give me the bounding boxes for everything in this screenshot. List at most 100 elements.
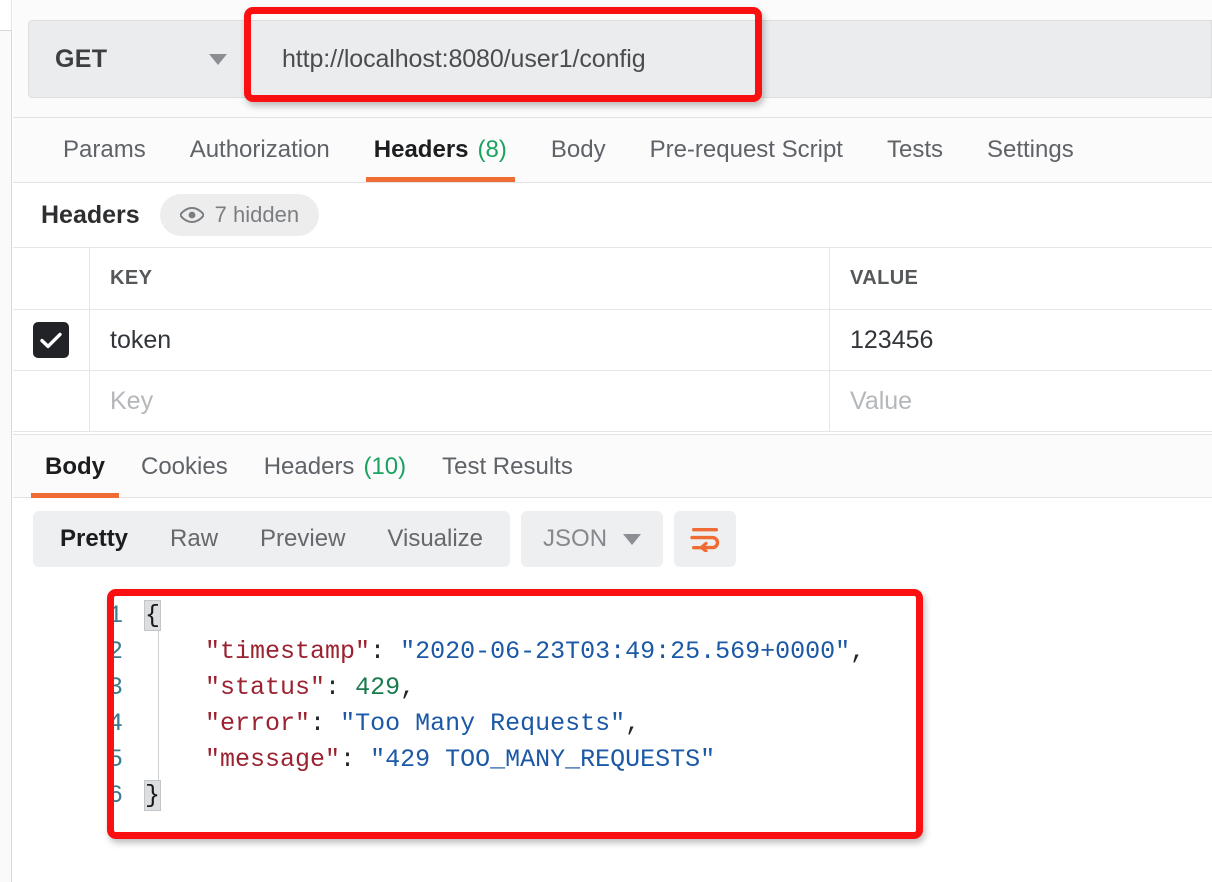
code-token: ,	[625, 709, 640, 738]
code-line: "timestamp": "2020-06-23T03:49:25.569+00…	[145, 634, 865, 670]
column-header-value-label: VALUE	[850, 267, 918, 290]
code-content[interactable]: { "timestamp": "2020-06-23T03:49:25.569+…	[145, 598, 865, 814]
code-token: ,	[400, 673, 415, 702]
code-token: :	[310, 709, 340, 738]
hidden-headers-badge[interactable]: 7 hidden	[160, 194, 319, 236]
response-tab-cookies[interactable]: Cookies	[123, 435, 246, 498]
new-header-key-input[interactable]: Key	[90, 371, 830, 431]
response-tab-label: Test Results	[442, 453, 573, 481]
request-tab-label: Body	[551, 136, 606, 164]
check-icon	[40, 332, 62, 349]
code-token: "Too Many Requests"	[340, 709, 625, 738]
request-tab-params[interactable]: Params	[41, 118, 168, 182]
request-tab-label: Params	[63, 136, 146, 164]
chevron-down-icon	[209, 54, 227, 65]
code-indent	[145, 673, 205, 702]
request-tab-label: Pre-request Script	[650, 136, 843, 164]
postman-window: GET http://localhost:8080/user1/config P…	[0, 0, 1212, 882]
column-header-key: KEY	[90, 248, 830, 309]
line-number: 6	[75, 778, 123, 814]
response-format-dropdown[interactable]: JSON	[521, 511, 663, 567]
url-input[interactable]: http://localhost:8080/user1/config	[250, 20, 1212, 98]
http-method-dropdown[interactable]: GET	[28, 20, 250, 98]
http-method-label: GET	[55, 45, 107, 74]
new-header-value-input[interactable]: Value	[830, 371, 1212, 431]
header-value-input[interactable]: 123456	[830, 310, 1212, 370]
code-indent	[145, 709, 205, 738]
line-number: 2	[75, 634, 123, 670]
code-token: "message"	[205, 745, 340, 774]
code-line: {	[145, 598, 865, 634]
code-token: :	[325, 673, 355, 702]
left-sidebar-strip-top	[0, 0, 12, 31]
code-token: "2020-06-23T03:49:25.569+0000"	[400, 637, 850, 666]
code-line: "error": "Too Many Requests",	[145, 706, 865, 742]
response-tab-label: Headers	[264, 453, 355, 481]
new-header-key-placeholder: Key	[110, 387, 153, 416]
request-tab-headers[interactable]: Headers (8)	[352, 118, 529, 182]
response-tab-label: Cookies	[141, 453, 228, 481]
view-mode-raw[interactable]: Raw	[149, 516, 239, 562]
code-token: "error"	[205, 709, 310, 738]
request-tab-body[interactable]: Body	[529, 118, 628, 182]
view-mode-preview[interactable]: Preview	[239, 516, 366, 562]
header-value-value: 123456	[850, 326, 933, 355]
code-line: }	[145, 778, 865, 814]
request-tab-count: (8)	[478, 136, 507, 164]
select-all-cell	[13, 248, 90, 309]
request-tab-label: Settings	[987, 136, 1074, 164]
word-wrap-icon	[690, 526, 720, 552]
request-tab-label: Authorization	[190, 136, 330, 164]
table-row-empty[interactable]: Key Value	[13, 371, 1212, 432]
line-number: 3	[75, 670, 123, 706]
response-tab-headers[interactable]: Headers (10)	[246, 435, 424, 498]
column-header-key-label: KEY	[110, 267, 152, 290]
code-token: "429 TOO_MANY_REQUESTS"	[370, 745, 715, 774]
table-row[interactable]: token 123456	[13, 310, 1212, 371]
header-key-input[interactable]: token	[90, 310, 830, 370]
headers-table-head: KEY VALUE	[13, 248, 1212, 310]
row-enabled-checkbox[interactable]	[33, 322, 69, 358]
response-body-toolbar: PrettyRawPreviewVisualize JSON	[13, 498, 1212, 580]
url-input-value: http://localhost:8080/user1/config	[282, 45, 646, 74]
code-token: 429	[355, 673, 400, 702]
response-view-mode-group: PrettyRawPreviewVisualize	[33, 511, 510, 567]
left-sidebar-strip	[0, 0, 12, 882]
request-tab-pre-request-script[interactable]: Pre-request Script	[628, 118, 865, 182]
code-line-numbers: 123456	[75, 598, 123, 814]
code-token: {	[145, 601, 160, 630]
new-header-value-placeholder: Value	[850, 387, 912, 416]
code-line: "message": "429 TOO_MANY_REQUESTS"	[145, 742, 865, 778]
code-line: "status": 429,	[145, 670, 865, 706]
view-mode-visualize[interactable]: Visualize	[366, 516, 504, 562]
request-tab-authorization[interactable]: Authorization	[168, 118, 352, 182]
response-tab-bar: Body Cookies Headers (10) Test Results	[13, 434, 1212, 498]
response-format-label: JSON	[543, 525, 607, 553]
request-tab-tests[interactable]: Tests	[865, 118, 965, 182]
line-number: 1	[75, 598, 123, 634]
request-tab-label: Headers	[374, 136, 469, 164]
request-tab-bar: Params Authorization Headers (8) Body Pre-req…	[13, 118, 1212, 183]
word-wrap-button[interactable]	[674, 511, 736, 567]
line-number: 5	[75, 742, 123, 778]
code-token: "timestamp"	[205, 637, 370, 666]
code-indent	[145, 745, 205, 774]
response-tab-count: (10)	[363, 453, 406, 481]
row-checkbox-cell	[13, 310, 90, 370]
request-tab-settings[interactable]: Settings	[965, 118, 1096, 182]
view-mode-pretty[interactable]: Pretty	[39, 516, 149, 562]
request-tab-label: Tests	[887, 136, 943, 164]
headers-table: KEY VALUE token 123456	[13, 247, 1212, 432]
code-token: :	[340, 745, 370, 774]
response-tab-test-results[interactable]: Test Results	[424, 435, 591, 498]
headers-section-header: Headers 7 hidden	[13, 183, 1212, 247]
code-token: ,	[850, 637, 865, 666]
response-tab-body[interactable]: Body	[27, 435, 123, 498]
header-key-value: token	[110, 326, 171, 355]
eye-icon	[180, 207, 204, 223]
response-body[interactable]: 123456 { "timestamp": "2020-06-23T03:49:…	[13, 580, 1212, 882]
code-token: }	[145, 781, 160, 810]
request-url-bar: GET http://localhost:8080/user1/config	[13, 0, 1212, 118]
code-token: "status"	[205, 673, 325, 702]
hidden-headers-count: 7 hidden	[215, 202, 299, 228]
